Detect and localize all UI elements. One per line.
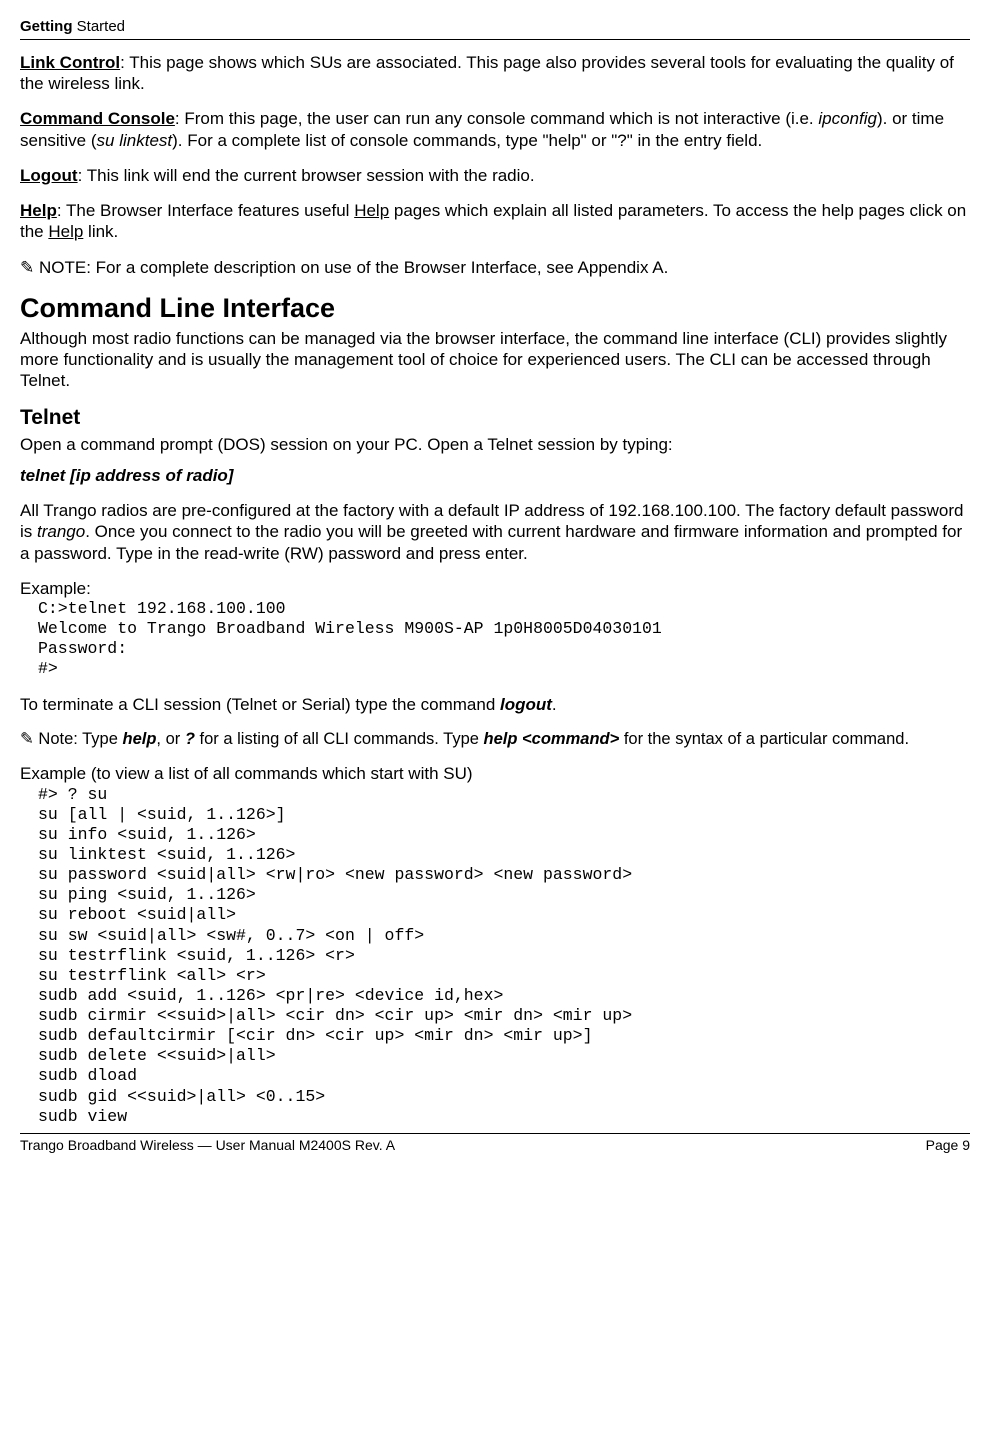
- help-section: Help: The Browser Interface features use…: [20, 200, 970, 243]
- header-rest: Started: [73, 18, 126, 35]
- note-appendix: ✎ NOTE: For a complete description on us…: [20, 257, 970, 278]
- example2-label: Example (to view a list of all commands …: [20, 763, 970, 784]
- command-console-section: Command Console: From this page, the use…: [20, 108, 970, 151]
- example-code: C:>telnet 192.168.100.100 Welcome to Tra…: [38, 599, 970, 680]
- command-console-label: Command Console: [20, 109, 175, 128]
- telnet-paragraph: Open a command prompt (DOS) session on y…: [20, 434, 970, 455]
- link-control-section: Link Control: This page shows which SUs …: [20, 52, 970, 95]
- terminate-paragraph: To terminate a CLI session (Telnet or Se…: [20, 694, 970, 715]
- footer-right: Page 9: [926, 1137, 970, 1155]
- link-control-text: : This page shows which SUs are associat…: [20, 53, 954, 93]
- example-label: Example:: [20, 578, 970, 599]
- telnet-description: All Trango radios are pre-configured at …: [20, 500, 970, 564]
- cli-paragraph: Although most radio functions can be man…: [20, 328, 970, 392]
- page-footer: Trango Broadband Wireless — User Manual …: [20, 1133, 970, 1155]
- example2-code: #> ? su su [all | <suid, 1..126>] su inf…: [38, 785, 970, 1127]
- telnet-heading: Telnet: [20, 405, 970, 431]
- header-bold: Getting: [20, 18, 73, 35]
- telnet-command: telnet [ip address of radio]: [20, 465, 970, 486]
- link-control-label: Link Control: [20, 53, 120, 72]
- footer-left: Trango Broadband Wireless — User Manual …: [20, 1137, 395, 1155]
- cli-heading: Command Line Interface: [20, 292, 970, 326]
- help-label: Help: [20, 201, 57, 220]
- page-header: Getting Started: [20, 18, 970, 40]
- logout-label: Logout: [20, 166, 78, 185]
- note-help: ✎ Note: Type help, or ? for a listing of…: [20, 729, 970, 750]
- logout-section: Logout: This link will end the current b…: [20, 165, 970, 186]
